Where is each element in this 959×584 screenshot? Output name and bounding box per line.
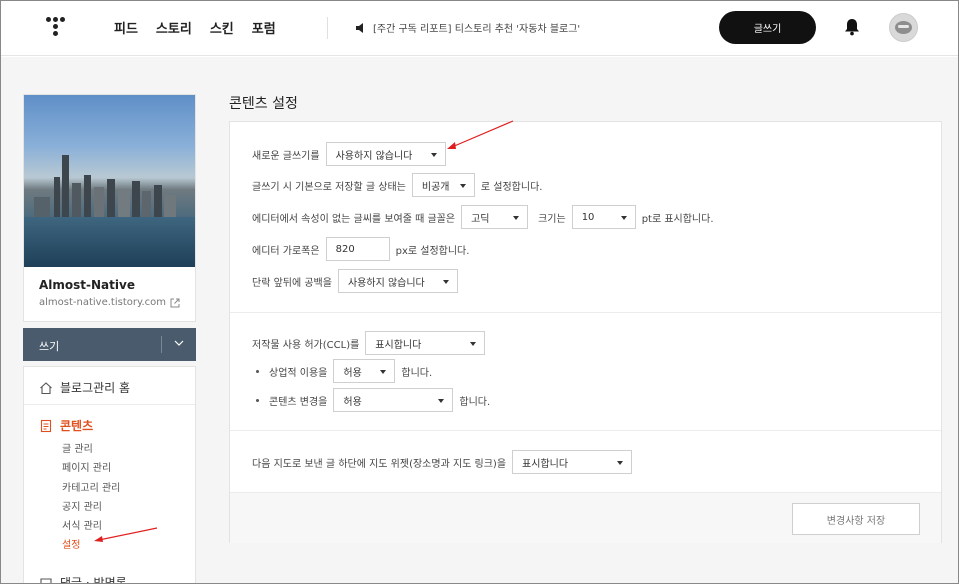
modify-row: 콘텐츠 변경을 허용 합니다.	[256, 388, 490, 412]
menu-comments-label[interactable]: 댓글 · 방명록	[60, 574, 127, 583]
submenu-posts[interactable]: 글 관리	[62, 440, 120, 459]
submenu-notices[interactable]: 공지 관리	[62, 498, 120, 517]
size-value: 10	[581, 211, 595, 223]
commercial-row: 상업적 이용을 허용 합니다.	[256, 359, 432, 383]
chevron-down-icon[interactable]	[173, 337, 185, 349]
default-status-select[interactable]: 비공개	[411, 173, 475, 197]
nav-story[interactable]: 스토리	[156, 18, 192, 37]
modify-select[interactable]: 허용	[333, 388, 454, 412]
bell-icon[interactable]	[844, 18, 860, 36]
submenu-categories[interactable]: 카테고리 관리	[62, 479, 120, 498]
tistory-logo[interactable]	[43, 15, 67, 39]
write-menu-bar[interactable]: 쓰기	[23, 328, 196, 361]
menu-home-label[interactable]: 블로그관리 홈	[60, 379, 130, 396]
map-widget-select[interactable]: 표시합니다	[512, 450, 633, 474]
bullet	[256, 369, 259, 373]
ccl-row: 저작물 사용 허가(CCL)를 표시합니다	[252, 331, 486, 355]
modify-label: 콘텐츠 변경을	[269, 396, 328, 408]
default-status-label: 글쓰기 시 기본으로 저장할 글 상태는	[252, 181, 406, 193]
menu-divider	[24, 404, 195, 405]
section-divider	[230, 312, 941, 313]
submenu-pages[interactable]: 페이지 관리	[62, 459, 120, 478]
new-editor-value: 사용하지 않습니다	[335, 150, 413, 162]
menu-comments[interactable]: 댓글 · 방명록	[39, 574, 127, 583]
font-select[interactable]: 고딕	[461, 205, 529, 229]
width-value: 820	[335, 243, 355, 255]
write-menu-label[interactable]: 쓰기	[39, 338, 59, 354]
menu-content-label[interactable]: 콘텐츠	[60, 417, 93, 434]
bullet	[256, 398, 259, 402]
home-icon	[40, 381, 52, 394]
map-widget-value: 표시합니다	[522, 458, 569, 470]
comment-icon	[40, 577, 52, 583]
width-suffix: px로 설정합니다.	[395, 245, 470, 257]
write-button[interactable]: 글쓰기	[719, 11, 816, 44]
settings-panel: 새로운 글쓰기를 사용하지 않습니다 글쓰기 시 기본으로 저장할 글 상태는 …	[229, 121, 942, 543]
width-label: 에디터 가로폭은	[252, 245, 320, 257]
top-nav: 피드 스토리 스킨 포럼 [주간 구독 리포트] 티스토리 추천 '자동차 블로…	[1, 1, 958, 56]
commercial-select[interactable]: 허용	[333, 359, 396, 383]
ccl-value: 표시합니다	[375, 339, 422, 351]
width-row: 에디터 가로폭은 820 px로 설정합니다.	[252, 237, 469, 261]
nav-links: 피드 스토리 스킨 포럼	[114, 18, 276, 37]
blog-cover-image[interactable]	[24, 95, 195, 267]
nav-forum[interactable]: 포럼	[252, 18, 276, 37]
admin-menu: 블로그관리 홈 콘텐츠 글 관리 페이지 관리 카테고리 관리 공지 관리 서식…	[23, 366, 196, 583]
profile-card: Almost-Native almost-native.tistory.com	[23, 94, 196, 322]
spacing-row: 단락 앞뒤에 공백을 사용하지 않습니다	[252, 269, 458, 293]
map-widget-label: 다음 지도로 보낸 글 하단에 지도 위젯(장소명과 지도 링크)을	[252, 458, 507, 470]
size-label: 크기는	[538, 213, 566, 225]
new-editor-row: 새로운 글쓰기를 사용하지 않습니다	[252, 142, 446, 166]
new-editor-select[interactable]: 사용하지 않습니다	[325, 142, 446, 166]
content-submenu: 글 관리 페이지 관리 카테고리 관리 공지 관리 서식 관리 설정	[62, 440, 120, 556]
blog-url-text[interactable]: almost-native.tistory.com	[39, 297, 166, 308]
page-title: 콘텐츠 설정	[229, 96, 298, 112]
blog-url[interactable]: almost-native.tistory.com	[39, 297, 180, 308]
notice-text[interactable]: [주간 구독 리포트] 티스토리 추천 '자동차 블로그'	[373, 20, 580, 35]
submenu-templates[interactable]: 서식 관리	[62, 517, 120, 536]
save-changes-button[interactable]: 변경사항 저장	[792, 503, 920, 535]
ccl-select[interactable]: 표시합니다	[365, 331, 486, 355]
commercial-suffix: 합니다.	[401, 367, 433, 379]
modify-suffix: 합니다.	[459, 396, 491, 408]
default-status-row: 글쓰기 시 기본으로 저장할 글 상태는 비공개 로 설정합니다.	[252, 173, 542, 197]
write-menu-divider	[161, 336, 162, 353]
notice[interactable]: [주간 구독 리포트] 티스토리 추천 '자동차 블로그'	[355, 20, 580, 35]
document-icon	[40, 419, 52, 432]
spacing-value: 사용하지 않습니다	[347, 277, 425, 289]
commercial-value: 허용	[343, 367, 362, 379]
menu-home[interactable]: 블로그관리 홈	[39, 379, 130, 396]
external-link-icon	[170, 298, 180, 307]
avatar[interactable]	[889, 13, 918, 42]
size-select[interactable]: 10	[571, 205, 636, 229]
font-value: 고딕	[471, 213, 490, 225]
ccl-label: 저작물 사용 허가(CCL)를	[252, 339, 360, 351]
font-label: 에디터에서 속성이 없는 글씨를 보여줄 때 글꼴은	[252, 213, 456, 225]
section-divider	[230, 430, 941, 431]
speaker-icon	[356, 22, 363, 33]
width-input[interactable]: 820	[325, 237, 390, 261]
map-widget-row: 다음 지도로 보낸 글 하단에 지도 위젯(장소명과 지도 링크)을 표시합니다	[252, 450, 633, 474]
spacing-select[interactable]: 사용하지 않습니다	[337, 269, 458, 293]
modify-value: 허용	[343, 396, 362, 408]
panel-footer: 변경사항 저장	[230, 492, 941, 543]
font-row: 에디터에서 속성이 없는 글씨를 보여줄 때 글꼴은 고딕 크기는 10 pt로…	[252, 205, 714, 229]
nav-skin[interactable]: 스킨	[210, 18, 234, 37]
size-suffix: pt로 표시합니다.	[641, 213, 714, 225]
default-status-suffix: 로 설정합니다.	[480, 181, 543, 193]
spacing-label: 단락 앞뒤에 공백을	[252, 277, 332, 289]
new-editor-label: 새로운 글쓰기를	[252, 150, 320, 162]
nav-feed[interactable]: 피드	[114, 18, 138, 37]
default-status-value: 비공개	[421, 181, 450, 193]
submenu-settings[interactable]: 설정	[62, 536, 120, 555]
commercial-label: 상업적 이용을	[269, 367, 328, 379]
menu-content[interactable]: 콘텐츠	[39, 417, 93, 434]
browser-frame: 피드 스토리 스킨 포럼 [주간 구독 리포트] 티스토리 추천 '자동차 블로…	[0, 0, 959, 584]
nav-divider	[327, 17, 328, 39]
blog-name[interactable]: Almost-Native	[39, 278, 135, 292]
